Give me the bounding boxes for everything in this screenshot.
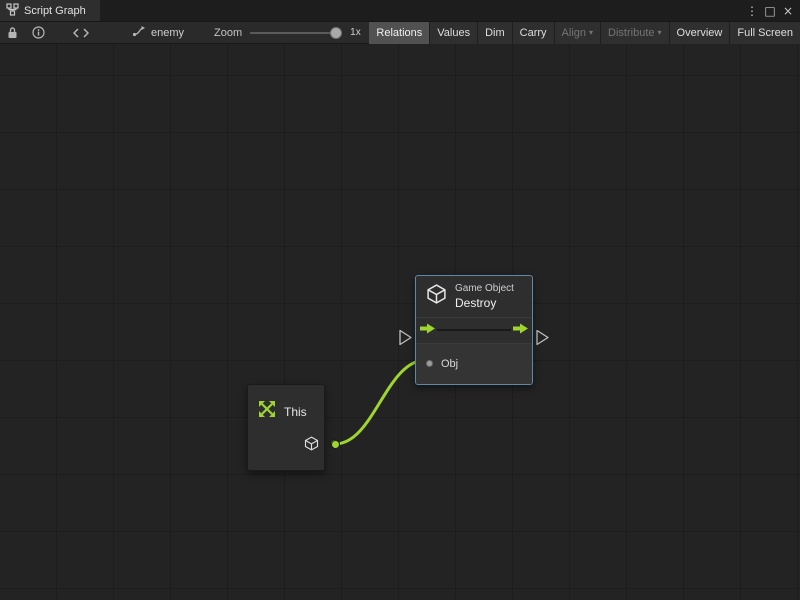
this-icon — [257, 399, 277, 424]
distribute-button[interactable]: Distribute ▾ — [601, 22, 668, 44]
angle-brackets-button[interactable] — [66, 22, 96, 44]
flow-row — [416, 317, 532, 343]
obj-input-port[interactable] — [426, 360, 433, 367]
flow-output-triangle-icon[interactable] — [537, 331, 548, 345]
dropdown-caret-icon: ▾ — [658, 28, 662, 37]
align-button[interactable]: Align ▾ — [555, 22, 600, 44]
zoom-value: 1x — [350, 27, 361, 38]
values-label: Values — [437, 27, 470, 39]
node-this[interactable]: This — [247, 384, 325, 471]
dim-button[interactable]: Dim — [478, 22, 512, 44]
lock-button[interactable] — [0, 22, 25, 44]
graph-toolbar: enemy Zoom 1x Relations Values Dim Carry — [0, 22, 800, 44]
fullscreen-button[interactable]: Full Screen — [730, 22, 800, 44]
node-title: Destroy — [455, 296, 514, 311]
input-port-label: Obj — [441, 358, 458, 370]
self-output-port[interactable] — [331, 440, 340, 449]
connection-wire[interactable] — [335, 360, 426, 444]
this-node-header: This — [257, 399, 324, 424]
flow-line — [437, 329, 511, 331]
script-graph-tab-icon — [6, 3, 19, 19]
carry-button[interactable]: Carry — [513, 22, 554, 44]
destroy-node-header: Game Object Destroy — [416, 276, 532, 317]
tab-title: Script Graph — [24, 5, 86, 17]
window-menu-button[interactable]: ⋮ — [744, 4, 760, 18]
info-button[interactable] — [25, 22, 52, 44]
values-button[interactable]: Values — [430, 22, 477, 44]
script-graph-asset-icon — [132, 25, 146, 40]
script-graph-window: Script Graph ⋮ □ × — [0, 0, 800, 600]
dim-label: Dim — [485, 27, 505, 39]
zoom-control: Zoom 1x — [214, 27, 361, 39]
flow-in-arrow-icon[interactable] — [420, 321, 435, 339]
node-destroy[interactable]: Game Object Destroy O — [415, 275, 533, 385]
window-controls: ⋮ □ × — [744, 0, 800, 21]
zoom-slider[interactable] — [250, 27, 342, 39]
overview-label: Overview — [677, 27, 723, 39]
tab-script-graph[interactable]: Script Graph — [0, 0, 100, 21]
zoom-slider-handle[interactable] — [330, 27, 342, 39]
graph-canvas[interactable]: This Game Object — [0, 44, 800, 600]
align-label: Align — [562, 27, 586, 39]
zoom-label: Zoom — [214, 27, 242, 39]
titlebar: Script Graph ⋮ □ × — [0, 0, 800, 22]
dropdown-caret-icon: ▾ — [589, 28, 593, 37]
gameobject-cube-icon — [304, 436, 319, 456]
node-category: Game Object — [455, 283, 514, 296]
fullscreen-label: Full Screen — [737, 27, 793, 39]
close-button[interactable]: × — [780, 4, 796, 18]
relations-label: Relations — [376, 27, 422, 39]
flow-input-triangle-icon[interactable] — [400, 331, 411, 345]
toolbar-button-group: Relations Values Dim Carry Align ▾ Distr… — [369, 22, 800, 44]
zoom-slider-track — [250, 32, 342, 34]
graph-breadcrumb[interactable]: enemy — [132, 25, 184, 40]
distribute-label: Distribute — [608, 27, 654, 39]
relations-button[interactable]: Relations — [369, 22, 429, 44]
node-title: This — [284, 405, 307, 419]
gameobject-cube-icon — [426, 284, 447, 309]
graph-overlay — [0, 44, 800, 600]
carry-label: Carry — [520, 27, 547, 39]
graph-name: enemy — [151, 27, 184, 39]
maximize-button[interactable]: □ — [762, 4, 778, 18]
overview-button[interactable]: Overview — [670, 22, 730, 44]
input-port-row: Obj — [416, 343, 532, 385]
flow-out-arrow-icon[interactable] — [513, 321, 528, 339]
